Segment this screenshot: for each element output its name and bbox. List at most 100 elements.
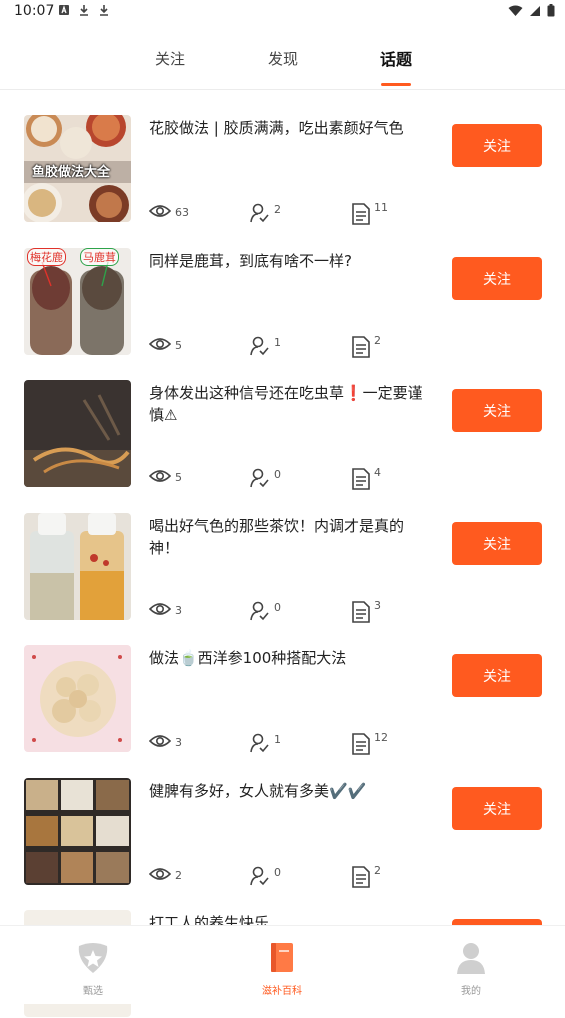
topic-thumbnail[interactable] [24,513,131,620]
status-notifications [58,4,110,16]
topic-title[interactable]: 健脾有多好，女人就有多美✔️✔️ [149,780,424,802]
followers-stat: 2 [250,203,281,223]
posts-stat: 11 [352,201,388,225]
posts-stat: 3 [352,599,381,623]
posts-stat: 2 [352,864,381,888]
topic-thumbnail[interactable] [24,645,131,752]
posts-count: 12 [374,731,388,744]
eye-icon [149,735,171,747]
topic-title[interactable]: 做法🍵西洋参100种搭配大法 [149,647,424,669]
followers-stat: 0 [250,601,281,621]
views-count: 5 [175,339,182,352]
followers-count: 0 [274,866,281,879]
follow-button[interactable]: 关注 [452,787,542,830]
nav-label: 甄选 [83,986,103,997]
posts-count: 4 [374,466,381,479]
views-stat: 5 [149,336,182,352]
thumbnail-caption: 鱼胶做法大全 [32,165,111,180]
user-check-icon [250,203,269,223]
document-icon [352,733,370,755]
posts-stat: 2 [352,334,381,358]
document-icon [352,866,370,888]
topic-thumbnail[interactable]: 梅花鹿 马鹿茸 [24,248,131,355]
posts-count: 2 [374,864,381,877]
posts-count: 3 [374,599,381,612]
user-check-icon [250,336,269,356]
followers-stat: 1 [250,336,281,356]
notification-a-icon [59,5,69,15]
followers-count: 2 [274,203,281,216]
eye-icon [149,603,171,615]
topic-item[interactable]: 梅花鹿 马鹿茸 同样是鹿茸，到底有啥不一样? 5 1 2 关注 [0,248,565,358]
document-icon [352,601,370,623]
topic-title[interactable]: 同样是鹿茸，到底有啥不一样? [149,250,424,272]
topic-item[interactable]: 喝出好气色的那些茶饮！内调才是真的神！ 3 0 3 关注 [0,513,565,623]
topic-thumbnail[interactable]: 鱼胶做法大全 [24,115,131,222]
posts-count: 2 [374,334,381,347]
bottom-nav: 甄选 滋补百科 我的 [0,925,565,1004]
followers-count: 1 [274,336,281,349]
star-badge-icon [78,943,108,973]
topic-item[interactable]: 身体发出这种信号还在吃虫草❗一定要谨慎⚠ 5 0 4 关注 [0,380,565,490]
eye-icon [149,338,171,350]
battery-icon [547,4,555,17]
user-icon [457,943,485,974]
status-bar: 10:07 [0,0,565,24]
topic-item[interactable]: 健脾有多好，女人就有多美✔️✔️ 2 0 2 关注 [0,778,565,888]
tab-discover[interactable]: 发现 [243,48,323,69]
follow-button[interactable]: 关注 [452,522,542,565]
signal-icon [530,5,540,16]
nav-item-featured[interactable]: 甄选 [53,942,133,997]
followers-count: 1 [274,733,281,746]
user-check-icon [250,601,269,621]
user-check-icon [250,468,269,488]
views-stat: 5 [149,468,182,484]
posts-count: 11 [374,201,388,214]
topic-title[interactable]: 花胶做法 | 胶质满满，吃出素颜好气色 [149,117,424,139]
download-icon [100,5,108,16]
tab-topics[interactable]: 话题 [356,46,436,70]
follow-button[interactable]: 关注 [452,654,542,697]
document-icon [352,203,370,225]
follow-button[interactable]: 关注 [452,124,542,167]
document-icon [352,336,370,358]
book-icon [271,943,293,972]
followers-count: 0 [274,468,281,481]
views-stat: 2 [149,866,182,882]
followers-stat: 1 [250,733,281,753]
download-icon [80,5,88,16]
eye-icon [149,868,171,880]
thumbnail-caption-left: 梅花鹿 [27,248,66,266]
follow-button[interactable]: 关注 [452,389,542,432]
nav-label: 滋补百科 [262,986,302,997]
followers-stat: 0 [250,468,281,488]
views-stat: 63 [149,203,189,219]
views-stat: 3 [149,733,182,749]
tab-follow[interactable]: 关注 [130,48,210,69]
active-tab-indicator [381,83,411,86]
topic-title[interactable]: 身体发出这种信号还在吃虫草❗一定要谨慎⚠ [149,382,424,426]
topic-item[interactable]: 做法🍵西洋参100种搭配大法 3 1 12 关注 [0,645,565,755]
status-system-icons [508,4,555,17]
views-count: 3 [175,604,182,617]
topic-thumbnail[interactable] [24,778,131,885]
posts-stat: 4 [352,466,381,490]
document-icon [352,468,370,490]
views-count: 2 [175,869,182,882]
wifi-icon [508,5,523,16]
topic-title[interactable]: 喝出好气色的那些茶饮！内调才是真的神！ [149,515,424,559]
topic-thumbnail[interactable] [24,380,131,487]
top-tabs: 关注 发现 话题 [0,24,565,90]
follow-button[interactable]: 关注 [452,257,542,300]
topic-item[interactable]: 鱼胶做法大全 花胶做法 | 胶质满满，吃出素颜好气色 63 2 11 关注 [0,115,565,225]
nav-item-profile[interactable]: 我的 [431,942,511,997]
user-check-icon [250,866,269,886]
eye-icon [149,205,171,217]
followers-count: 0 [274,601,281,614]
status-time: 10:07 [14,3,55,19]
nav-item-encyclopedia[interactable]: 滋补百科 [242,942,322,997]
views-count: 63 [175,206,189,219]
views-count: 5 [175,471,182,484]
followers-stat: 0 [250,866,281,886]
user-check-icon [250,733,269,753]
